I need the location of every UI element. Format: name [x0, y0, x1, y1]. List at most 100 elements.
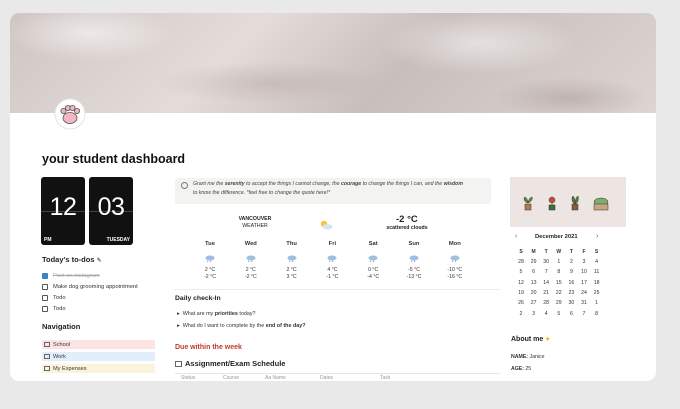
rain-cloud-icon [327, 255, 337, 262]
calendar-day[interactable]: 3 [579, 259, 589, 265]
calendar-day[interactable]: 17 [579, 280, 589, 286]
calendar-day[interactable]: 23 [566, 290, 576, 296]
calendar-day[interactable]: 2 [516, 311, 526, 317]
calendar-day[interactable]: 1 [592, 300, 602, 306]
calendar-day[interactable]: 7 [579, 311, 589, 317]
column-header[interactable]: Course [223, 375, 239, 381]
forecast-low: -13 °C [406, 274, 422, 280]
calendar-day[interactable]: 10 [579, 269, 589, 275]
column-header[interactable]: Aa Name [265, 375, 286, 381]
nav-item-school[interactable]: School [42, 340, 155, 349]
todo-item[interactable]: Make dog grooming appointment [42, 284, 138, 290]
calendar-day[interactable]: 8 [554, 269, 564, 275]
calendar-day[interactable]: 9 [566, 269, 576, 275]
calendar-day[interactable]: 13 [529, 280, 539, 286]
about-age: AGE: 25 [511, 366, 532, 372]
calendar-day[interactable]: 18 [592, 280, 602, 286]
calendar-day[interactable]: 4 [541, 311, 551, 317]
forecast-low: -2 °C [244, 274, 257, 280]
calendar-day[interactable]: 29 [554, 300, 564, 306]
calendar-day[interactable]: 19 [516, 290, 526, 296]
checkin-heading: Daily check-In [175, 295, 221, 302]
assignment-table-title[interactable]: Assignment/Exam Schedule [175, 359, 285, 368]
calendar-day[interactable]: 5 [516, 269, 526, 275]
calendar-day[interactable]: 6 [529, 269, 539, 275]
nav-item-expenses[interactable]: My Expenses [42, 364, 155, 373]
clock-hour-tile: 12 PM [41, 177, 85, 245]
calendar-day[interactable]: 30 [541, 259, 551, 265]
about-heading: About me ✦ [511, 336, 550, 343]
calendar-day[interactable]: 29 [529, 259, 539, 265]
calendar-day[interactable]: 2 [566, 259, 576, 265]
paw-icon[interactable] [54, 98, 86, 130]
calendar-day[interactable]: 11 [592, 269, 602, 275]
calendar-day[interactable]: 5 [554, 311, 564, 317]
calendar-day[interactable]: 1 [554, 259, 564, 265]
calendar-day[interactable]: 28 [541, 300, 551, 306]
checkin-question-2[interactable]: ▸ What do I want to complete by the end … [177, 323, 306, 329]
checkin-question-1[interactable]: ▸ What are my priorities today? [177, 311, 256, 317]
partly-cloudy-icon [319, 217, 333, 235]
table-title-label: Assignment/Exam Schedule [185, 359, 286, 368]
todo-label: Make dog grooming appointment [53, 284, 138, 290]
quote-callout[interactable]: Grant me the serenity to accept the thin… [175, 178, 491, 204]
calendar-day[interactable]: 24 [579, 290, 589, 296]
column-header[interactable]: Dates [320, 375, 333, 381]
checkbox-checked[interactable] [42, 273, 48, 279]
forecast-high: 2 °C [286, 267, 297, 273]
todo-item[interactable]: Post on instagram [42, 273, 100, 279]
calendar-day[interactable]: 21 [541, 290, 551, 296]
calendar-day[interactable]: 26 [516, 300, 526, 306]
about-heading-label: About me [511, 336, 544, 343]
weather-label: WEATHER [242, 223, 268, 229]
calendar-weekday: S [594, 249, 599, 255]
next-month-icon[interactable]: › [596, 233, 598, 240]
forecast-low: -16 °C [447, 274, 463, 280]
current-temp: -2 °C [396, 214, 418, 225]
forecast-low: -4 °C [367, 274, 380, 280]
calendar-day[interactable]: 4 [592, 259, 602, 265]
plant-icon [523, 196, 533, 211]
todo-item[interactable]: Todo [42, 306, 66, 312]
calendar-day[interactable]: 6 [566, 311, 576, 317]
calendar-day[interactable]: 25 [592, 290, 602, 296]
cover-image[interactable] [10, 13, 656, 113]
calendar-day[interactable]: 7 [541, 269, 551, 275]
forecast-high: 0 °C [368, 267, 379, 273]
todo-item[interactable]: Todo [42, 295, 66, 301]
plant-icon [571, 195, 579, 211]
forecast-high: 2 °C [204, 267, 216, 273]
calendar-day[interactable]: 8 [592, 311, 602, 317]
column-header[interactable]: Status [181, 375, 195, 381]
calendar-day[interactable]: 3 [529, 311, 539, 317]
calendar-day[interactable]: 31 [579, 300, 589, 306]
forecast-day: Sat [368, 241, 378, 247]
navigation-heading: Navigation [42, 322, 81, 331]
checkbox[interactable] [42, 306, 48, 312]
calendar-day[interactable]: 27 [529, 300, 539, 306]
forecast-day: Sun [408, 241, 420, 247]
prev-month-icon[interactable]: ‹ [515, 233, 517, 240]
nav-label: School [53, 341, 71, 348]
calendar-day[interactable]: 28 [516, 259, 526, 265]
nav-item-work[interactable]: Work [42, 352, 155, 361]
rain-cloud-icon [450, 255, 460, 262]
calendar-day[interactable]: 15 [554, 280, 564, 286]
calendar-month: December 2021 [535, 234, 578, 240]
weather-city: VANCOUVER [238, 216, 272, 222]
due-heading: Due within the week [175, 344, 242, 351]
calendar-day[interactable]: 16 [566, 280, 576, 286]
checkbox[interactable] [42, 284, 48, 290]
forecast-high: 4 °C [327, 267, 338, 273]
calendar-day[interactable]: 12 [516, 280, 526, 286]
calendar-day[interactable]: 20 [529, 290, 539, 296]
calendar-day[interactable]: 14 [541, 280, 551, 286]
calendar-day[interactable]: 22 [554, 290, 564, 296]
calendar-day[interactable]: 30 [566, 300, 576, 306]
column-header[interactable]: Task [380, 375, 390, 381]
rain-cloud-icon [246, 255, 256, 262]
forecast-day: Wed [244, 241, 257, 247]
forecast-low: -1 °C [326, 274, 339, 280]
checkbox[interactable] [42, 295, 48, 301]
rain-cloud-icon [409, 255, 419, 262]
